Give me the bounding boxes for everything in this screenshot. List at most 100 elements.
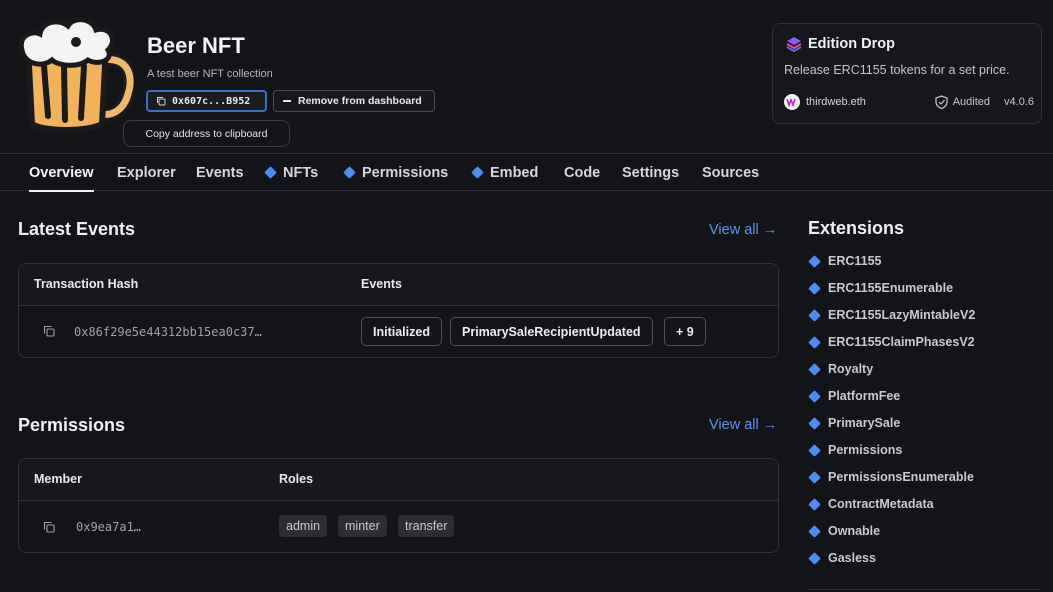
contract-description: A test beer NFT collection	[147, 68, 273, 80]
event-badge[interactable]: Initialized	[361, 317, 442, 346]
transaction-hash[interactable]: 0x86f29e5e44312bb15ea0c37…	[74, 325, 262, 339]
extension-label: PlatformFee	[828, 389, 901, 403]
remove-from-dashboard-button[interactable]: Remove from dashboard	[273, 90, 435, 112]
copy-icon	[157, 97, 166, 106]
latest-events-title: Latest Events	[18, 219, 136, 239]
extension-item[interactable]: ContractMetadata	[808, 497, 934, 511]
contract-tabs: Overview Explorer Events NFTs Permission…	[0, 153, 1053, 192]
edition-drop-icon	[786, 37, 802, 52]
more-events-badge[interactable]: + 9	[664, 317, 706, 346]
copy-icon[interactable]	[43, 521, 55, 533]
diamond-icon	[808, 551, 821, 565]
extension-label: PermissionsEnumerable	[828, 470, 974, 484]
extension-label: Permissions	[828, 443, 903, 457]
table-row[interactable]: 0x9ea7a1… admin minter transfer	[19, 501, 778, 552]
extension-label: Gasless	[828, 551, 876, 565]
contract-name: Beer NFT	[147, 33, 245, 58]
extension-label: PrimarySale	[828, 416, 901, 430]
table-header: Member Roles	[19, 459, 778, 501]
extension-item[interactable]: PlatformFee	[808, 389, 901, 403]
extension-item[interactable]: ERC1155	[808, 254, 882, 268]
diamond-icon	[264, 166, 277, 179]
column-header: Roles	[279, 472, 314, 486]
role-badge: minter	[338, 515, 387, 537]
diamond-icon	[808, 524, 821, 538]
card-author[interactable]: thirdweb.eth	[784, 94, 866, 110]
contract-type-card[interactable]: Edition Drop Release ERC1155 tokens for …	[772, 23, 1042, 124]
tab-label: Explorer	[117, 164, 176, 181]
extension-item[interactable]: Royalty	[808, 362, 873, 376]
tab-label: Sources	[702, 164, 760, 181]
permissions-table: Member Roles 0x9ea7a1… admin minter tran…	[18, 458, 779, 553]
contract-header: Beer NFT A test beer NFT collection 0x60…	[0, 0, 1053, 153]
extensions-divider	[808, 589, 1040, 590]
extension-item[interactable]: Ownable	[808, 524, 881, 538]
tab-events[interactable]: Events	[196, 154, 244, 191]
copy-address-button[interactable]: 0x607c...B952	[146, 90, 267, 112]
tab-label: Settings	[622, 164, 680, 181]
tab-sources[interactable]: Sources	[702, 154, 759, 191]
diamond-icon	[808, 497, 821, 511]
events-view-all-link[interactable]: View all →	[709, 222, 777, 238]
member-address[interactable]: 0x9ea7a1…	[76, 520, 141, 534]
tab-label: Overview	[29, 164, 94, 181]
tab-settings[interactable]: Settings	[622, 154, 679, 191]
extension-label: Ownable	[828, 524, 881, 538]
extension-label: ERC1155	[828, 254, 882, 268]
extension-label: ContractMetadata	[828, 497, 934, 511]
latest-events-table: Transaction Hash Events 0x86f29e5e44312b…	[18, 263, 779, 358]
diamond-icon	[808, 335, 821, 349]
column-header: Transaction Hash	[34, 277, 139, 291]
tab-nfts[interactable]: NFTs	[264, 154, 319, 191]
permissions-title: Permissions	[18, 415, 126, 435]
remove-label: Remove from dashboard	[298, 95, 422, 107]
copy-icon[interactable]	[43, 325, 55, 337]
extension-label: ERC1155ClaimPhasesV2	[828, 335, 975, 349]
tab-explorer[interactable]: Explorer	[117, 154, 176, 191]
tab-code[interactable]: Code	[564, 154, 600, 191]
column-header: Events	[361, 277, 402, 291]
extension-item[interactable]: PermissionsEnumerable	[808, 470, 974, 484]
diamond-icon	[343, 166, 356, 179]
diamond-icon	[808, 362, 821, 376]
audited-badge[interactable]: Audited	[935, 95, 990, 109]
minus-icon	[283, 100, 291, 102]
tab-permissions[interactable]: Permissions	[343, 154, 449, 191]
beer-mug-logo	[18, 17, 134, 133]
tab-label: Events	[196, 164, 244, 181]
tab-embed[interactable]: Embed	[471, 154, 539, 191]
extension-label: ERC1155Enumerable	[828, 281, 954, 295]
diamond-icon	[808, 281, 821, 295]
table-header: Transaction Hash Events	[19, 264, 778, 306]
diamond-icon	[808, 470, 821, 484]
diamond-icon	[808, 254, 821, 268]
contract-address: 0x607c...B952	[172, 95, 251, 107]
extension-item[interactable]: ERC1155Enumerable	[808, 281, 954, 295]
tab-label: Permissions	[362, 164, 449, 181]
tab-label: Embed	[490, 164, 539, 181]
card-title: Edition Drop	[808, 36, 895, 52]
diamond-icon	[808, 416, 821, 430]
diamond-icon	[808, 389, 821, 403]
role-badge: admin	[279, 515, 328, 537]
extension-item[interactable]: Permissions	[808, 443, 903, 457]
permissions-view-all-link[interactable]: View all →	[709, 417, 777, 433]
extension-label: ERC1155LazyMintableV2	[828, 308, 976, 322]
tab-label: NFTs	[283, 164, 319, 181]
extension-item[interactable]: ERC1155ClaimPhasesV2	[808, 335, 975, 349]
copy-address-tooltip: Copy address to clipboard	[123, 120, 290, 147]
extensions-title: Extensions	[808, 218, 905, 238]
extension-item[interactable]: Gasless	[808, 551, 876, 565]
thirdweb-avatar-icon	[784, 94, 800, 110]
diamond-icon	[471, 166, 484, 179]
column-header: Member	[34, 472, 82, 486]
role-badge: transfer	[398, 515, 455, 537]
tab-overview[interactable]: Overview	[29, 154, 94, 192]
table-row[interactable]: 0x86f29e5e44312bb15ea0c37… Initialized P…	[19, 306, 778, 357]
author-name: thirdweb.eth	[806, 96, 866, 108]
diamond-icon	[808, 308, 821, 322]
extension-item[interactable]: PrimarySale	[808, 416, 901, 430]
event-badge[interactable]: PrimarySaleRecipientUpdated	[450, 317, 653, 346]
extension-item[interactable]: ERC1155LazyMintableV2	[808, 308, 976, 322]
version-label: v4.0.6	[1004, 96, 1034, 108]
